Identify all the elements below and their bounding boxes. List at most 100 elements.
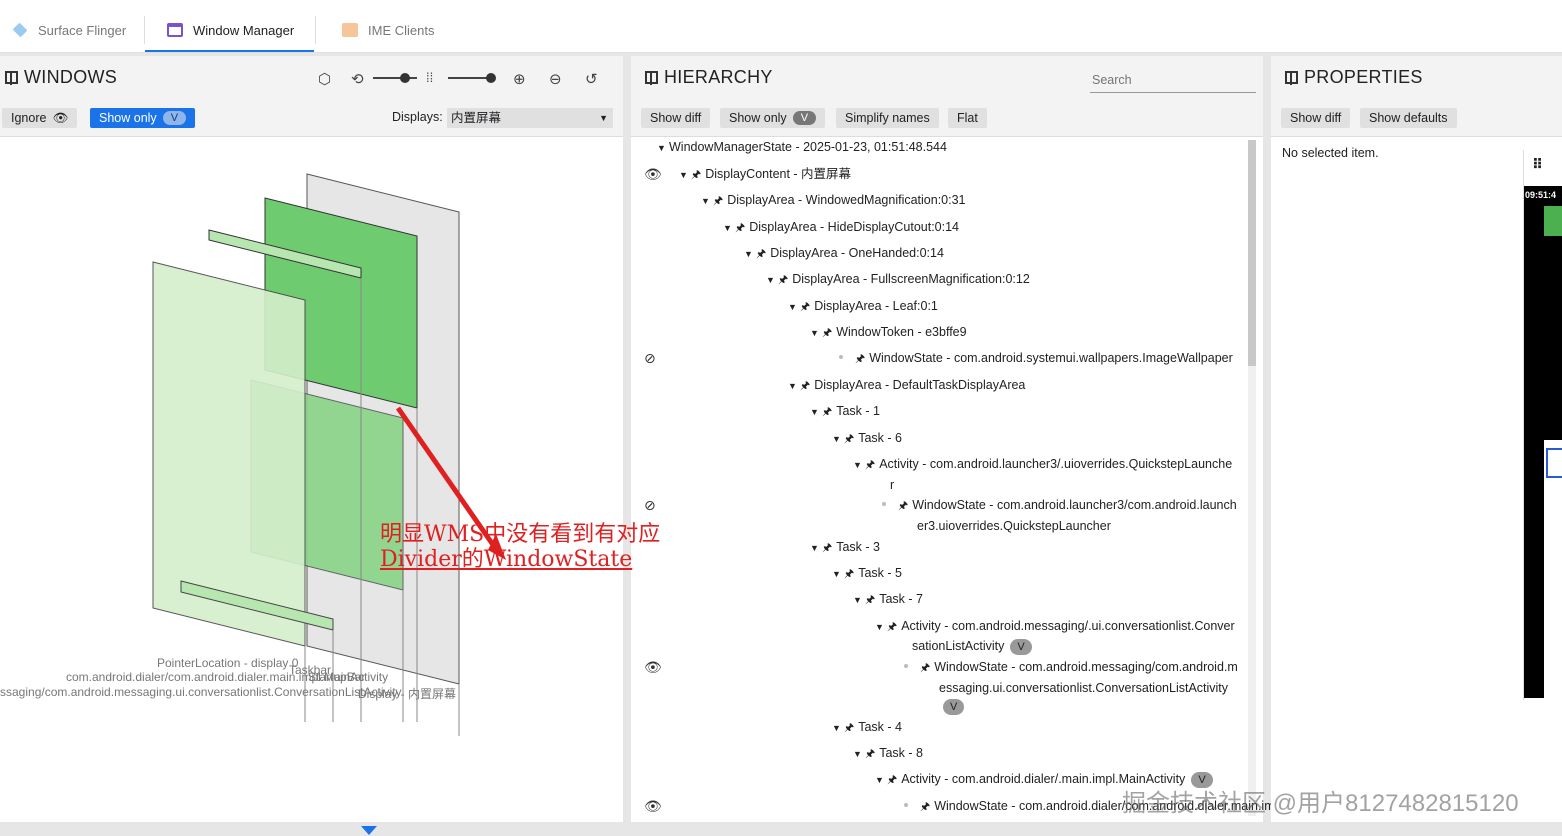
- pin-icon[interactable]: 🖈: [691, 165, 701, 185]
- tree-node[interactable]: ▼ 🖈 Task - 3: [810, 537, 880, 558]
- eye-icon[interactable]: 👁: [644, 798, 662, 815]
- expand-icon[interactable]: ▼: [810, 538, 822, 558]
- eye-off-icon[interactable]: ⊘: [644, 497, 656, 514]
- show-only-button[interactable]: Show only V: [90, 108, 196, 128]
- cube-icon[interactable]: ⬡: [318, 70, 331, 88]
- reset-icon[interactable]: ↺: [585, 70, 598, 88]
- expand-icon[interactable]: ▼: [744, 244, 756, 264]
- pin-icon[interactable]: 🖈: [822, 402, 832, 422]
- pointer-location-layer[interactable]: [152, 261, 306, 647]
- tree-node[interactable]: 🖈 WindowState - com.android.systemui.wall…: [839, 348, 1233, 369]
- pin-icon[interactable]: 🖈: [800, 297, 810, 317]
- tree-node[interactable]: ▼ 🖈 DisplayArea - OneHanded:0:14: [744, 243, 944, 264]
- panel-collapse-icon[interactable]: [5, 71, 18, 85]
- pin-icon[interactable]: 🖈: [844, 429, 854, 449]
- expand-icon[interactable]: ▼: [853, 590, 865, 610]
- tree-node[interactable]: ▼ 🖈 DisplayArea - FullscreenMagnification:…: [766, 269, 1030, 290]
- tree-node[interactable]: ▼ 🖈 Activity - com.android.messaging/.ui.c…: [875, 616, 1235, 637]
- v-badge[interactable]: V: [943, 699, 965, 715]
- pin-icon[interactable]: 🖈: [898, 496, 908, 516]
- rotate-icon[interactable]: ⟲: [351, 70, 364, 88]
- pin-icon[interactable]: 🖈: [920, 797, 930, 817]
- pin-icon[interactable]: 🖈: [865, 455, 875, 475]
- pin-icon[interactable]: 🖈: [855, 349, 865, 369]
- displays-select[interactable]: 内置屏幕 ▼: [447, 108, 613, 128]
- expand-icon[interactable]: ▼: [810, 402, 822, 422]
- tree-node[interactable]: ▼ 🖈 Task - 6: [832, 428, 902, 449]
- drag-handle-icon[interactable]: ⠿: [1532, 156, 1543, 173]
- expand-icon[interactable]: ▼: [766, 270, 778, 290]
- expand-icon[interactable]: ▼: [679, 165, 691, 185]
- expand-icon[interactable]: ▼: [832, 718, 844, 738]
- flat-button[interactable]: Flat: [948, 108, 987, 128]
- tree-node[interactable]: ▼ 🖈 Task - 4: [832, 717, 902, 738]
- expand-icon[interactable]: ▼: [832, 429, 844, 449]
- panel-collapse-icon[interactable]: [1285, 71, 1298, 85]
- tab-window-manager[interactable]: Window Manager: [145, 8, 314, 52]
- show-only-button[interactable]: Show only V: [720, 108, 826, 128]
- expand-icon[interactable]: ▼: [788, 297, 800, 317]
- tab-ime-clients[interactable]: IME Clients: [342, 8, 434, 52]
- tree-node[interactable]: 🖈 WindowState - com.android.messaging/com…: [904, 657, 1238, 678]
- show-defaults-button[interactable]: Show defaults: [1360, 108, 1457, 128]
- scrollbar-thumb[interactable]: [1248, 140, 1256, 366]
- search-input[interactable]: [1090, 68, 1256, 93]
- pin-icon[interactable]: 🖈: [865, 744, 875, 764]
- panel-collapse-icon[interactable]: [645, 71, 658, 85]
- zoom-in-icon[interactable]: ⊕: [513, 70, 526, 88]
- v-badge[interactable]: V: [1010, 639, 1032, 655]
- show-diff-button[interactable]: Show diff: [641, 108, 711, 128]
- pin-icon[interactable]: 🖈: [887, 770, 897, 790]
- pin-icon[interactable]: 🖈: [713, 191, 723, 211]
- tree-node[interactable]: ▼ 🖈 DisplayArea - DefaultTaskDisplayArea: [788, 375, 1025, 396]
- tree-node[interactable]: ▼ 🖈 Activity - com.android.launcher3/.uiov…: [853, 454, 1232, 475]
- eye-icon[interactable]: 👁: [644, 166, 662, 183]
- pin-icon[interactable]: 🖈: [887, 617, 897, 637]
- tree-node[interactable]: ▼ WindowManagerState - 2025-01-23, 01:51:…: [657, 137, 947, 158]
- pin-icon[interactable]: 🖈: [920, 658, 930, 678]
- pin-icon[interactable]: 🖈: [865, 590, 875, 610]
- expand-icon[interactable]: ▼: [875, 770, 887, 790]
- tab-surface-flinger[interactable]: Surface Flinger: [12, 8, 126, 52]
- show-diff-button[interactable]: Show diff: [1281, 108, 1351, 128]
- spacing-slider-knob[interactable]: [486, 73, 496, 83]
- pin-icon[interactable]: 🖈: [735, 218, 745, 238]
- simplify-names-button[interactable]: Simplify names: [836, 108, 939, 128]
- tree-node[interactable]: ▼ 🖈 DisplayArea - Leaf:0:1: [788, 296, 938, 317]
- pin-icon[interactable]: 🖈: [778, 270, 788, 290]
- tree-node[interactable]: ▼ 🖈 DisplayArea - WindowedMagnification:0:…: [701, 190, 966, 211]
- expand-icon[interactable]: ▼: [875, 617, 887, 637]
- expand-icon[interactable]: ▼: [701, 191, 713, 211]
- tree-node[interactable]: ▼ 🖈 Task - 5: [832, 563, 902, 584]
- tree-node[interactable]: ▼ 🖈 Task - 8: [853, 743, 923, 764]
- tree-node[interactable]: ▼ 🖈 WindowToken - e3bffe9: [810, 322, 967, 343]
- screen-preview[interactable]: ⠿ 09:51:4: [1523, 150, 1562, 700]
- expand-icon[interactable]: ▼: [723, 218, 735, 238]
- pin-icon[interactable]: 🖈: [822, 538, 832, 558]
- expand-icon[interactable]: ▼: [810, 323, 822, 343]
- expand-icon[interactable]: ▼: [657, 138, 669, 158]
- timeline-marker-icon[interactable]: [361, 826, 377, 835]
- rotation-slider[interactable]: [373, 77, 417, 79]
- pin-icon[interactable]: 🖈: [756, 244, 766, 264]
- expand-icon[interactable]: ▼: [832, 564, 844, 584]
- ignore-button[interactable]: Ignore 👁: [2, 108, 78, 128]
- eye-icon[interactable]: 👁: [644, 659, 662, 676]
- zoom-out-icon[interactable]: ⊖: [549, 70, 562, 88]
- expand-icon[interactable]: ▼: [853, 744, 865, 764]
- tree-node[interactable]: ▼ 🖈 DisplayContent - 内置屏幕: [679, 164, 851, 185]
- rotation-slider-knob[interactable]: [400, 73, 410, 83]
- pin-icon[interactable]: 🖈: [844, 564, 854, 584]
- pin-icon[interactable]: 🖈: [822, 323, 832, 343]
- expand-icon[interactable]: ▼: [788, 376, 800, 396]
- tree-node[interactable]: ▼ 🖈 DisplayArea - HideDisplayCutout:0:14: [723, 217, 959, 238]
- spacing-icon[interactable]: ⁞⁞: [426, 70, 433, 85]
- pin-icon[interactable]: 🖈: [844, 718, 854, 738]
- eye-off-icon[interactable]: ⊘: [644, 350, 656, 367]
- tree-node[interactable]: ▼ 🖈 Task - 7: [853, 589, 923, 610]
- tree-node[interactable]: ▼ 🖈 Task - 1: [810, 401, 880, 422]
- expand-icon[interactable]: ▼: [853, 455, 865, 475]
- tree-node[interactable]: 🖈 WindowState - com.android.launcher3/com…: [882, 495, 1237, 516]
- pin-icon[interactable]: 🖈: [800, 376, 810, 396]
- hierarchy-scrollbar[interactable]: [1248, 140, 1256, 816]
